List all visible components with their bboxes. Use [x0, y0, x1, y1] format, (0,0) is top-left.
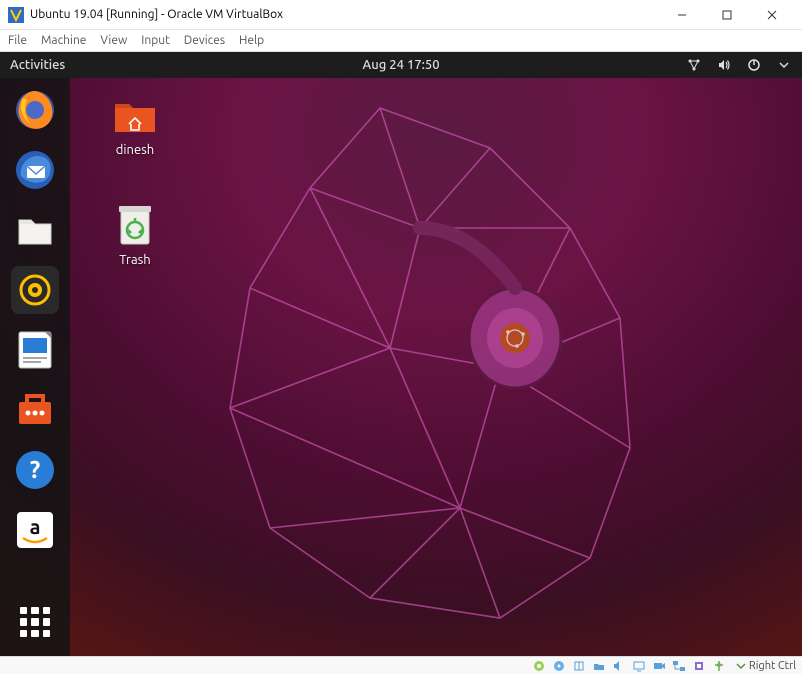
hostkey-indicator[interactable]: Right Ctrl [735, 660, 796, 672]
virtualbox-icon [8, 7, 24, 23]
menu-machine[interactable]: Machine [41, 34, 86, 47]
status-shared-folders-icon[interactable] [591, 659, 607, 673]
wallpaper-wireframe [160, 88, 680, 648]
menu-devices[interactable]: Devices [184, 34, 225, 47]
volume-icon [716, 57, 732, 73]
datetime-menu[interactable]: Aug 24 17:50 [362, 58, 439, 72]
dock-firefox[interactable] [11, 86, 59, 134]
hostkey-label: Right Ctrl [749, 660, 796, 672]
gnome-topbar: Activities Aug 24 17:50 [0, 52, 802, 78]
dock-libreoffice-writer[interactable] [11, 326, 59, 374]
show-applications-button[interactable] [11, 598, 59, 646]
chevron-down-icon [776, 57, 792, 73]
status-display-icon[interactable] [631, 659, 647, 673]
guest-display: Activities Aug 24 17:50 [0, 52, 802, 656]
trash-label: Trash [119, 253, 150, 267]
menu-view[interactable]: View [100, 34, 127, 47]
menu-input[interactable]: Input [141, 34, 170, 47]
status-recording-icon[interactable] [651, 659, 667, 673]
status-usb-icon[interactable] [571, 659, 587, 673]
close-button[interactable] [749, 1, 794, 29]
svg-text:?: ? [30, 456, 41, 483]
dock-rhythmbox[interactable] [11, 266, 59, 314]
maximize-button[interactable] [704, 1, 749, 29]
status-audio-icon[interactable] [611, 659, 627, 673]
window-titlebar: Ubuntu 19.04 [Running] - Oracle VM Virtu… [0, 0, 802, 30]
dock-ubuntu-software[interactable] [11, 386, 59, 434]
dock-amazon[interactable]: a [11, 506, 59, 554]
status-mouse-integration-icon[interactable] [711, 659, 727, 673]
status-network-icon[interactable] [671, 659, 687, 673]
network-icon [686, 57, 702, 73]
dock-thunderbird[interactable] [11, 146, 59, 194]
vbox-statusbar: Right Ctrl [0, 656, 802, 674]
wallpaper [0, 78, 802, 656]
status-optical-icon[interactable] [551, 659, 567, 673]
dock-help[interactable]: ? [11, 446, 59, 494]
system-menu[interactable] [686, 57, 792, 73]
ubuntu-desktop: ? a dinesh Trash [0, 78, 802, 656]
status-hdd-icon[interactable] [531, 659, 547, 673]
ubuntu-dock: ? a [0, 78, 70, 656]
activities-button[interactable]: Activities [10, 58, 65, 72]
vbox-menubar: File Machine View Input Devices Help [0, 30, 802, 52]
home-folder-label: dinesh [116, 143, 154, 157]
menu-file[interactable]: File [8, 34, 27, 47]
minimize-button[interactable] [659, 1, 704, 29]
status-cpu-icon[interactable] [691, 659, 707, 673]
trash-icon[interactable]: Trash [100, 200, 170, 267]
svg-text:a: a [30, 515, 41, 538]
dock-files[interactable] [11, 206, 59, 254]
home-folder-icon[interactable]: dinesh [100, 90, 170, 157]
power-icon [746, 57, 762, 73]
window-title: Ubuntu 19.04 [Running] - Oracle VM Virtu… [30, 8, 659, 21]
menu-help[interactable]: Help [239, 34, 264, 47]
chevron-down-icon [735, 661, 747, 671]
window-controls [659, 1, 794, 29]
